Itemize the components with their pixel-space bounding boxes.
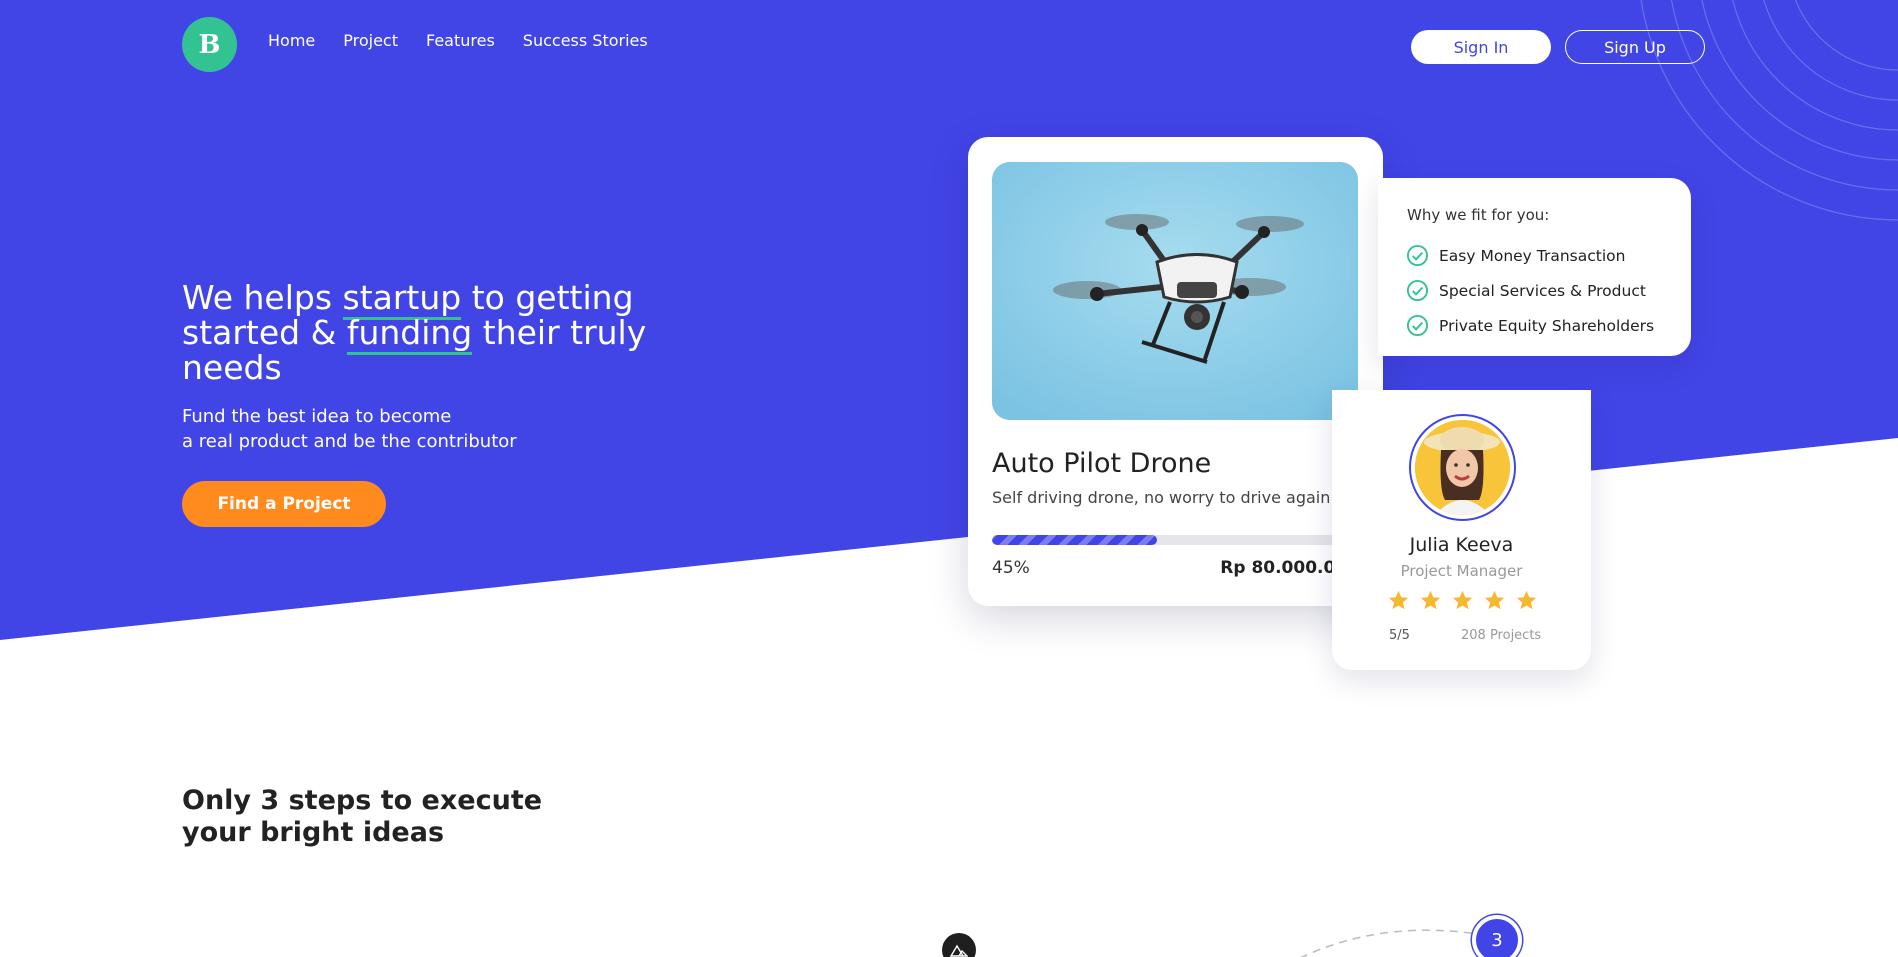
logo-letter: B bbox=[198, 29, 221, 60]
sign-in-button[interactable]: Sign In bbox=[1411, 30, 1551, 64]
nav-project-link[interactable]: Project bbox=[343, 31, 398, 50]
step-number-badge: 3 bbox=[1472, 915, 1522, 957]
check-circle-icon bbox=[1406, 244, 1429, 267]
why-fit-list: Easy Money Transaction Special Services … bbox=[1406, 238, 1654, 343]
why-fit-item: Private Equity Shareholders bbox=[1406, 308, 1654, 343]
person-avatar-icon bbox=[1415, 420, 1510, 515]
avatar-photo bbox=[1415, 420, 1510, 515]
hero-subtitle-line-1: Fund the best idea to become bbox=[182, 406, 452, 427]
headline-highlight-funding: funding bbox=[346, 313, 473, 355]
star-icon bbox=[1484, 590, 1505, 610]
drone-image bbox=[992, 162, 1358, 420]
brand-logo[interactable]: B bbox=[182, 17, 237, 72]
why-fit-item-label: Easy Money Transaction bbox=[1439, 246, 1626, 265]
star-icon bbox=[1452, 590, 1473, 610]
why-fit-card: Why we fit for you: Easy Money Transacti… bbox=[1378, 178, 1691, 356]
check-circle-icon bbox=[1406, 279, 1429, 302]
project-card[interactable]: Auto Pilot Drone Self driving drone, no … bbox=[968, 137, 1383, 606]
hero-subtitle: Fund the best idea to become a real prod… bbox=[182, 404, 582, 454]
nav-features-link[interactable]: Features bbox=[426, 31, 495, 50]
why-fit-item-label: Special Services & Product bbox=[1439, 281, 1646, 300]
project-subtitle: Self driving drone, no worry to drive ag… bbox=[992, 488, 1331, 507]
rating-stars bbox=[1387, 589, 1538, 612]
funding-progress-bar bbox=[992, 535, 1358, 545]
person-role: Project Manager bbox=[1400, 562, 1523, 580]
star-icon bbox=[1388, 590, 1409, 610]
why-fit-item: Easy Money Transaction bbox=[1406, 238, 1654, 273]
steps-heading-line-1: Only 3 steps to execute bbox=[182, 785, 543, 816]
progress-percent: 45% bbox=[992, 558, 1030, 578]
nav-home-link[interactable]: Home bbox=[268, 31, 315, 50]
steps-heading-line-2: your bright ideas bbox=[182, 817, 445, 848]
project-title: Auto Pilot Drone bbox=[992, 448, 1212, 479]
step-connector-line bbox=[1300, 929, 1479, 957]
main-nav: Home Project Features Success Stories bbox=[268, 31, 648, 50]
avatar bbox=[1409, 414, 1516, 521]
nuxt-devtools-icon[interactable] bbox=[942, 933, 976, 957]
why-fit-title: Why we fit for you: bbox=[1407, 206, 1550, 224]
person-name: Julia Keeva bbox=[1409, 534, 1514, 556]
steps-heading: Only 3 steps to execute your bright idea… bbox=[182, 785, 582, 849]
why-fit-item-label: Private Equity Shareholders bbox=[1439, 316, 1655, 335]
why-fit-item: Special Services & Product bbox=[1406, 273, 1654, 308]
hero-subtitle-line-2: a real product and be the contributor bbox=[182, 431, 517, 452]
project-count: 208 Projects bbox=[1461, 628, 1542, 643]
check-circle-icon bbox=[1406, 314, 1429, 337]
star-icon bbox=[1516, 590, 1537, 610]
drone-icon bbox=[992, 162, 1358, 420]
landing-page: B Home Project Features Success Stories … bbox=[0, 0, 1898, 957]
star-icon bbox=[1420, 590, 1441, 610]
find-project-button[interactable]: Find a Project bbox=[182, 481, 386, 527]
rating-score: 5/5 bbox=[1389, 628, 1410, 643]
headline-text-1: We helps bbox=[182, 278, 343, 317]
sign-up-button[interactable]: Sign Up bbox=[1565, 30, 1705, 64]
nuxt-logo-icon bbox=[950, 944, 968, 957]
funding-progress-fill bbox=[992, 535, 1157, 545]
nav-success-stories-link[interactable]: Success Stories bbox=[523, 31, 648, 50]
testimonial-card: Julia Keeva Project Manager 5/5 208 Proj… bbox=[1332, 390, 1591, 670]
hero-headline: We helps startup to getting started & fu… bbox=[182, 278, 652, 385]
